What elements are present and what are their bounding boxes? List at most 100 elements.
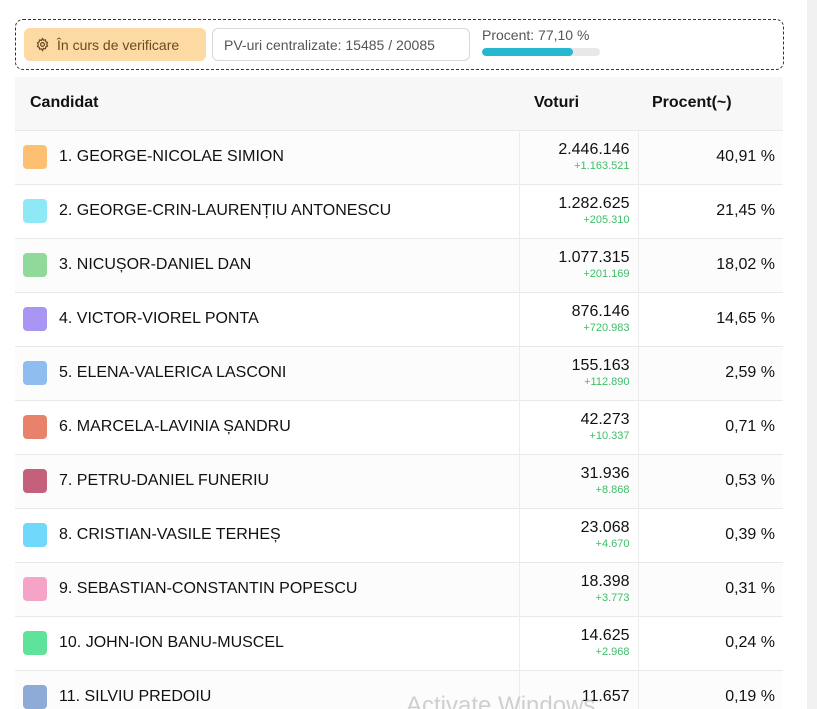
percent-value: 2,59 % [725,364,775,381]
percent-value: 0,31 % [725,580,775,597]
candidate-cell: 10. JOHN-ION BANU-MUSCEL [15,616,519,670]
candidate-color-swatch [23,577,47,601]
progress-track [482,48,600,56]
candidate-cell: 6. MARCELA-LAVINIA ȘANDRU [15,400,519,454]
votes-cell: 31.936 +8.868 [518,454,639,508]
candidate-name: 2. GEORGE-CRIN-LAURENȚIU ANTONESCU [59,202,392,219]
pv-count-badge: PV-uri centralizate: 15485 / 20085 [212,28,470,61]
votes-delta: +205.310 [583,214,630,226]
progress-indicator: Procent: 77,10 % [482,27,602,56]
candidate-name: 1. GEORGE-NICOLAE SIMION [59,148,284,165]
progress-label: Procent: 77,10 % [482,27,590,43]
table-row[interactable]: 2. GEORGE-CRIN-LAURENȚIU ANTONESCU 1.282.… [15,184,783,238]
table-row[interactable]: 7. PETRU-DANIEL FUNERIU 31.936 +8.868 0,53 … [15,454,783,508]
votes-delta: +3.773 [595,592,630,604]
candidate-cell: 4. VICTOR-VIOREL PONTA [15,292,519,346]
percent-value: 14,65 % [716,310,775,327]
table-row[interactable]: 6. MARCELA-LAVINIA ȘANDRU 42.273 +10.337 0,… [15,400,783,454]
votes-value: 14.625 [580,627,630,644]
scrollbar[interactable] [807,0,817,709]
candidate-name: 5. ELENA-VALERICA LASCONI [59,364,287,381]
progress-fill [482,48,573,56]
votes-cell: 14.625 +2.968 [518,616,639,670]
candidate-name: 4. VICTOR-VIOREL PONTA [59,310,259,327]
votes-delta: +720.983 [583,322,630,334]
table-row[interactable]: 5. ELENA-VALERICA LASCONI 155.163 +112.890… [15,346,783,400]
votes-delta: +201.169 [583,268,630,280]
candidate-color-swatch [23,631,47,655]
table-header-row: Candidat Voturi Procent(~) [15,77,783,130]
percent-value: 0,39 % [725,526,775,543]
percent-value: 40,91 % [716,148,775,165]
votes-cell: 23.068 +4.670 [518,508,639,562]
table-row[interactable]: 4. VICTOR-VIOREL PONTA 876.146 +720.983 14,… [15,292,783,346]
votes-cell: 1.077.315 +201.169 [518,238,639,292]
table-row[interactable]: 11. SILVIU PREDOIU 11.657 0,19 % [15,670,783,709]
candidate-name: 8. CRISTIAN-VASILE TERHEȘ [59,526,281,543]
votes-value: 31.936 [580,465,630,482]
candidate-cell: 1. GEORGE-NICOLAE SIMION [15,130,519,184]
votes-cell: 1.282.625 +205.310 [518,184,639,238]
status-bar: În curs de verificare PV-uri centralizat… [15,19,784,70]
verification-status-label: În curs de verificare [57,36,180,53]
percent-value: 18,02 % [716,256,775,273]
candidate-color-swatch [23,415,47,439]
candidate-cell: 7. PETRU-DANIEL FUNERIU [15,454,519,508]
candidate-color-swatch [23,253,47,277]
percent-value: 21,45 % [716,202,775,219]
votes-value: 876.146 [571,303,630,320]
votes-value: 1.077.315 [558,249,630,266]
header-votes[interactable]: Voturi [519,77,638,130]
candidate-name: 3. NICUȘOR-DANIEL DAN [59,256,252,273]
candidate-color-swatch [23,145,47,169]
candidate-name: 6. MARCELA-LAVINIA ȘANDRU [59,418,291,435]
votes-value: 23.068 [580,519,630,536]
votes-value: 2.446.146 [558,141,630,158]
candidate-color-swatch [23,361,47,385]
activate-windows-watermark: Activate Windows [406,692,596,709]
percent-value: 0,71 % [725,418,775,435]
candidate-name: 9. SEBASTIAN-CONSTANTIN POPESCU [59,580,358,597]
verification-status-badge: În curs de verificare [24,28,206,61]
votes-delta: +10.337 [589,430,630,442]
votes-delta: +1.163.521 [574,160,630,172]
candidate-cell: 2. GEORGE-CRIN-LAURENȚIU ANTONESCU [15,184,519,238]
votes-value: 155.163 [571,357,630,374]
table-row[interactable]: 3. NICUȘOR-DANIEL DAN 1.077.315 +201.169 18… [15,238,783,292]
votes-delta: +112.890 [584,376,630,388]
percent-value: 0,53 % [725,472,775,489]
votes-cell: 2.446.146 +1.163.521 [518,130,639,184]
candidate-name: 7. PETRU-DANIEL FUNERIU [59,472,270,489]
pv-count-label: PV-uri centralizate: 15485 / 20085 [224,36,435,53]
votes-delta: +2.968 [595,646,630,658]
gear-icon [36,37,49,52]
candidate-color-swatch [23,523,47,547]
candidate-name: 11. SILVIU PREDOIU [59,688,212,706]
table-row[interactable]: 10. JOHN-ION BANU-MUSCEL 14.625 +2.968 0,24… [15,616,783,670]
votes-cell: 42.273 +10.337 [518,400,639,454]
candidate-cell: 9. SEBASTIAN-CONSTANTIN POPESCU [15,562,519,616]
table-row[interactable]: 9. SEBASTIAN-CONSTANTIN POPESCU 18.398 +3.… [15,562,783,616]
votes-delta: +8.868 [595,484,630,496]
percent-value: 0,24 % [725,634,775,651]
candidate-color-swatch [23,199,47,223]
percent-value: 0,19 % [725,688,775,706]
results-table: Candidat Voturi Procent(~) 1. GEORGE-NIC… [15,77,783,709]
candidate-name: 10. JOHN-ION BANU-MUSCEL [59,634,284,651]
candidate-cell: 3. NICUȘOR-DANIEL DAN [15,238,519,292]
votes-cell: 155.163 +112.890 [518,346,639,400]
candidate-color-swatch [23,469,47,493]
candidate-color-swatch [23,685,47,709]
votes-cell: 876.146 +720.983 [518,292,639,346]
votes-cell: 18.398 +3.773 [518,562,639,616]
header-percent[interactable]: Procent(~) [638,77,783,130]
candidate-color-swatch [23,307,47,331]
votes-value: 42.273 [580,411,630,428]
table-row[interactable]: 1. GEORGE-NICOLAE SIMION 2.446.146 +1.163.… [15,130,783,184]
table-row[interactable]: 8. CRISTIAN-VASILE TERHEȘ 23.068 +4.670 0,3… [15,508,783,562]
candidate-cell: 5. ELENA-VALERICA LASCONI [15,346,519,400]
votes-value: 18.398 [580,573,630,590]
header-candidate[interactable]: Candidat [15,77,519,130]
candidate-cell: 8. CRISTIAN-VASILE TERHEȘ [15,508,519,562]
votes-delta: +4.670 [595,538,630,550]
